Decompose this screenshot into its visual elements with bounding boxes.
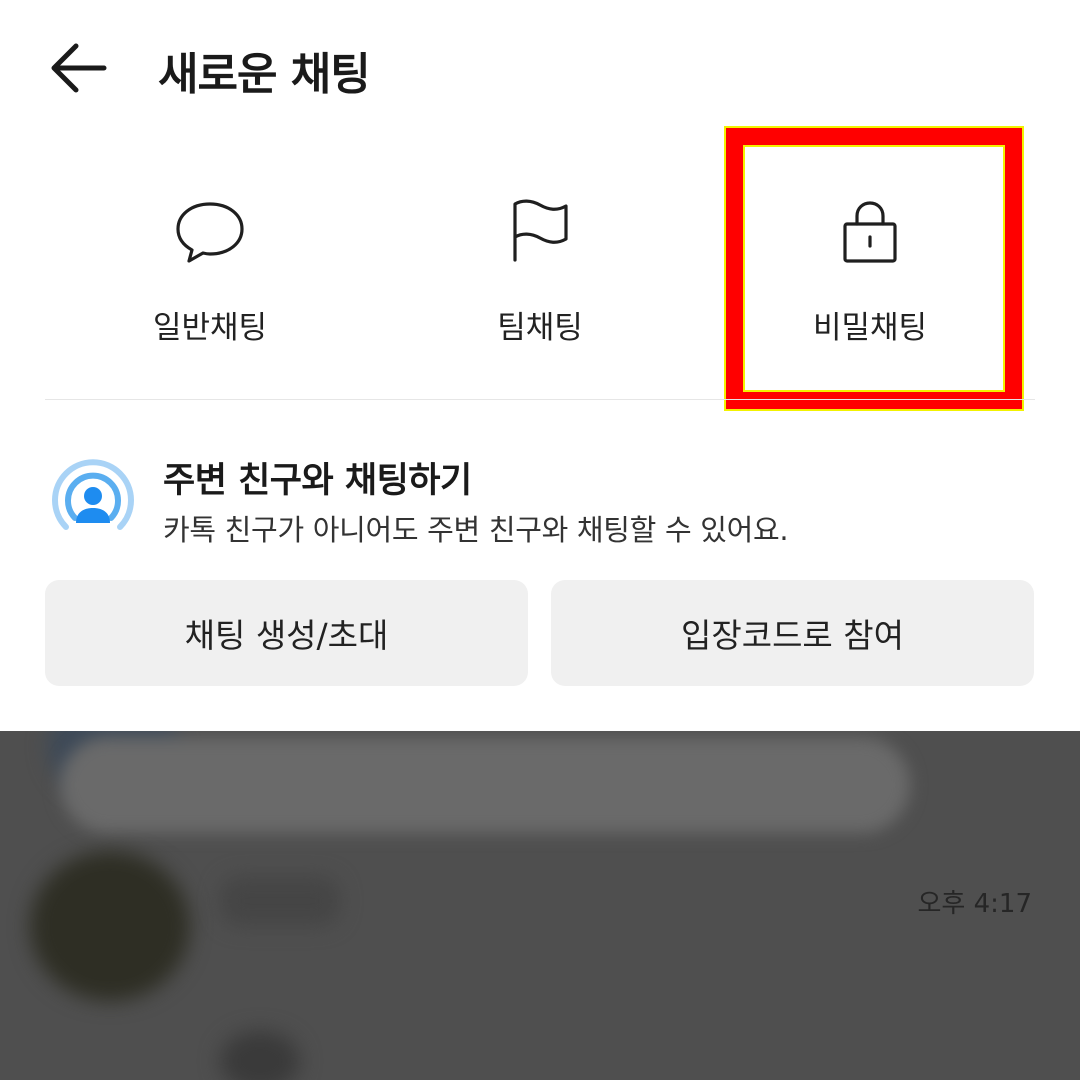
header-bar: 새로운 채팅 — [0, 0, 1080, 135]
blurred-avatar — [220, 1031, 300, 1080]
back-button[interactable] — [40, 34, 120, 102]
speech-bubble-icon — [176, 202, 244, 263]
general-chat-option[interactable]: 일반채팅 — [45, 150, 375, 380]
flag-icon — [513, 199, 568, 262]
page-title: 새로운 채팅 — [158, 49, 371, 100]
general-chat-label: 일반채팅 — [152, 310, 268, 346]
nearby-chat-title: 주변 친구와 채팅하기 — [163, 461, 472, 501]
chat-time: 오후 4:17 — [917, 889, 1033, 919]
lock-icon — [843, 201, 897, 263]
create-invite-chat-button[interactable]: 채팅 생성/초대 — [45, 580, 528, 686]
blurred-avatar — [30, 851, 190, 1001]
nearby-friend-broadcast-icon — [52, 459, 134, 530]
blurred-chat-name — [220, 876, 340, 926]
secret-chat-option[interactable]: 비밀채팅 — [705, 150, 1035, 380]
nearby-chat-description: 카톡 친구가 아니어도 주변 친구와 채팅할 수 있어요. — [163, 513, 789, 547]
team-chat-option[interactable]: 팀채팅 — [375, 150, 705, 380]
back-arrow-icon — [51, 43, 107, 93]
dimmed-chat-list: 오후 4:17 — [0, 731, 1080, 1080]
team-chat-label: 팀채팅 — [497, 310, 583, 346]
join-with-code-button[interactable]: 입장코드로 참여 — [551, 580, 1034, 686]
secret-chat-label: 비밀채팅 — [812, 310, 928, 346]
section-divider — [45, 399, 1035, 400]
blurred-toast — [60, 737, 910, 833]
